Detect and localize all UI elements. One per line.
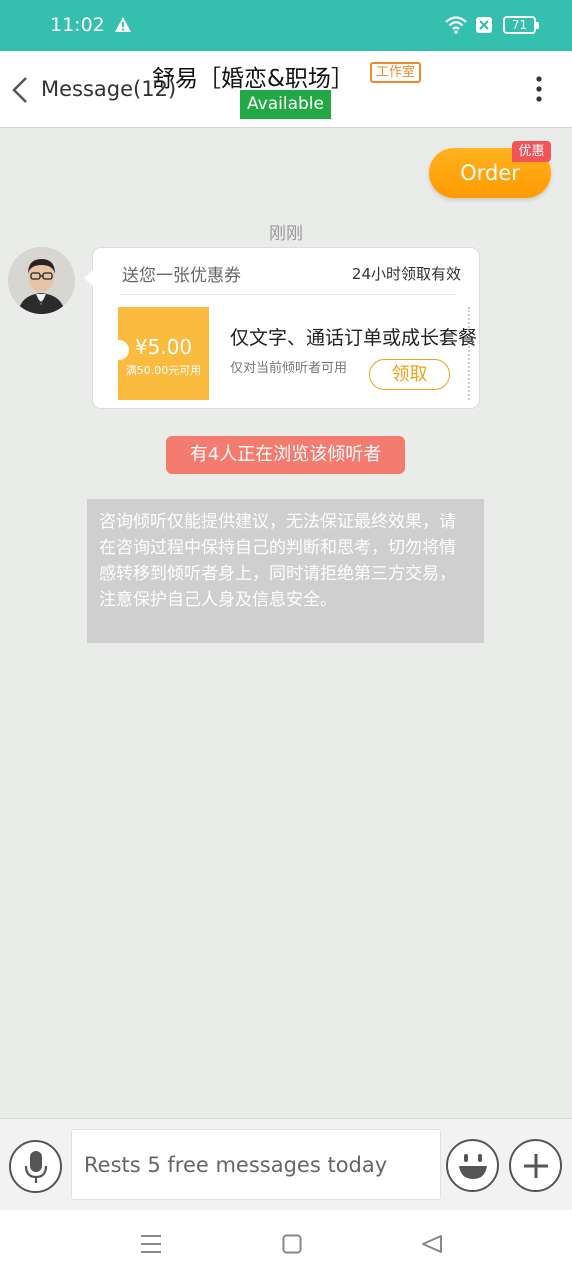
coupon-validity: 24小时领取有效 — [351, 265, 461, 283]
coupon-min-spend: 满50.00元可用 — [125, 364, 202, 377]
emoji-button[interactable] — [446, 1139, 499, 1192]
page-title: 舒易［婚恋&职场］ — [152, 66, 354, 92]
message-timestamp: 刚刚 — [269, 224, 303, 244]
home-icon[interactable] — [282, 1234, 302, 1258]
status-time: 11:02 — [50, 14, 105, 36]
voice-input-button[interactable] — [9, 1140, 62, 1193]
plus-icon — [523, 1153, 548, 1178]
message-input-bar: Rests 5 free messages today — [0, 1118, 572, 1210]
promo-badge: 优惠 — [512, 141, 551, 162]
coupon-amount: ¥5.00 — [134, 335, 193, 359]
system-navigation-bar — [0, 1210, 572, 1280]
wifi-icon — [444, 15, 468, 39]
back-arrow-icon[interactable] — [10, 75, 30, 109]
coupon-divider — [120, 294, 456, 295]
chat-header: Message(12) 舒易［婚恋&职场］ 工作室 Available — [0, 51, 572, 128]
coupon-subtitle: 仅对当前倾听者可用 — [230, 361, 348, 376]
avatar[interactable] — [8, 247, 75, 314]
more-options-icon[interactable] — [535, 76, 543, 106]
studio-badge: 工作室 — [370, 62, 422, 83]
coupon-message: 送您一张优惠券 24小时领取有效 ¥5.00 满50.00元可用 仅文字、通话订… — [84, 247, 480, 409]
sim-disabled-icon — [475, 16, 493, 38]
emoji-icon — [458, 1153, 487, 1179]
warning-icon — [114, 16, 132, 37]
claim-coupon-button[interactable]: 领取 — [369, 359, 450, 390]
more-actions-button[interactable] — [509, 1139, 562, 1192]
browsing-notice: 有4人正在浏览该倾听者 — [166, 436, 405, 474]
status-bar: 11:02 71 — [0, 0, 572, 51]
back-triangle-icon[interactable] — [421, 1234, 443, 1258]
battery-icon: 71 — [503, 16, 539, 34]
coupon-amount-box: ¥5.00 满50.00元可用 — [109, 307, 209, 400]
status-badge: Available — [240, 90, 331, 119]
message-input[interactable]: Rests 5 free messages today — [71, 1129, 441, 1200]
coupon-header-label: 送您一张优惠券 — [122, 266, 241, 286]
coupon-title: 仅文字、通话订单或成长套餐 — [230, 327, 478, 349]
disclaimer-notice: 咨询倾听仅能提供建议，无法保证最终效果，请在咨询过程中保持自己的判断和思考，切勿… — [87, 499, 484, 643]
coupon-ticket: ¥5.00 满50.00元可用 仅文字、通话订单或成长套餐 仅对当前倾听者可用 … — [109, 307, 477, 400]
microphone-icon — [24, 1150, 47, 1183]
menu-icon[interactable] — [140, 1234, 162, 1258]
